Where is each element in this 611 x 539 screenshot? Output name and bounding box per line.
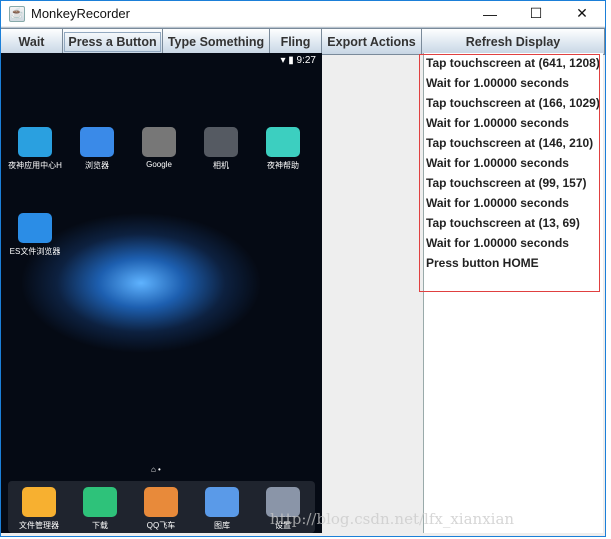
list-focus-border — [419, 54, 600, 292]
app-apps-1[interactable]: 浏览器 — [66, 127, 128, 171]
clock: 9:27 — [296, 55, 316, 66]
toolbar: Wait Press a Button Type Something Fling… — [1, 27, 605, 55]
app-label: 夜神帮助 — [267, 161, 299, 170]
app-icon — [142, 127, 176, 157]
app-apps-0[interactable]: 夜神应用中心H — [4, 127, 66, 171]
label: Press a Button — [64, 31, 161, 52]
app-icon — [18, 127, 52, 157]
label: Fling — [280, 34, 311, 49]
page-indicator: ⌂ • — [151, 465, 161, 474]
app-label: Google — [146, 160, 172, 169]
label: Wait — [18, 34, 45, 49]
app-label: ES文件浏览器 — [9, 247, 61, 256]
app-label: 下载 — [92, 521, 108, 530]
app-dock-1[interactable]: 下载 — [69, 487, 131, 531]
app-apps-5[interactable]: ES文件浏览器 — [4, 213, 66, 257]
app-icon — [144, 487, 178, 517]
app-apps-2[interactable]: Google — [128, 127, 190, 169]
refresh-display-button[interactable]: Refresh Display — [422, 28, 605, 55]
app-icon — [205, 487, 239, 517]
app-dock-2[interactable]: QQ飞车 — [130, 487, 192, 531]
app-icon — [18, 213, 52, 243]
maximize-button[interactable]: ☐ — [513, 1, 559, 26]
app-label: 文件管理器 — [19, 521, 59, 530]
minimize-button[interactable]: — — [467, 1, 513, 26]
app-label: QQ飞车 — [146, 521, 176, 530]
fling-button[interactable]: Fling — [270, 28, 322, 55]
status-icons: ▾ ▮ — [280, 55, 294, 66]
app-dock-0[interactable]: 文件管理器 — [8, 487, 70, 531]
app-label: 浏览器 — [85, 161, 109, 170]
device-screen[interactable]: ▾ ▮ 9:27 夜神应用中心H 浏览器 Google 相机 夜神帮助 ES文件浏览器 ⌂… — [1, 53, 322, 533]
wait-button[interactable]: Wait — [1, 28, 63, 55]
app-icon — [83, 487, 117, 517]
app-icon — [22, 487, 56, 517]
app-icon — [204, 127, 238, 157]
dock: 文件管理器 下载 QQ飞车 图库 设置 — [8, 481, 315, 533]
type-something-button[interactable]: Type Something — [163, 28, 270, 55]
status-bar: ▾ ▮ 9:27 — [280, 55, 316, 66]
title-bar: ☕ MonkeyRecorder — ☐ ✕ — [1, 1, 605, 26]
java-app-icon: ☕ — [9, 5, 25, 22]
export-actions-button[interactable]: Export Actions — [322, 28, 422, 55]
window-title: MonkeyRecorder — [31, 6, 130, 21]
label: Refresh Display — [465, 34, 561, 49]
label: Export Actions — [327, 34, 416, 49]
label: Type Something — [167, 34, 265, 49]
app-apps-4[interactable]: 夜神帮助 — [252, 127, 314, 171]
app-apps-3[interactable]: 相机 — [190, 127, 252, 171]
app-label: 相机 — [213, 161, 229, 170]
app-label: 图库 — [214, 521, 230, 530]
app-icon — [80, 127, 114, 157]
close-button[interactable]: ✕ — [559, 1, 605, 26]
app-icon — [266, 127, 300, 157]
app-dock-3[interactable]: 图库 — [191, 487, 253, 531]
watermark: http://blog.csdn.net/lfx_xianxian — [270, 510, 515, 528]
app-label: 夜神应用中心H — [8, 161, 62, 170]
press-button-button[interactable]: Press a Button — [63, 28, 163, 55]
